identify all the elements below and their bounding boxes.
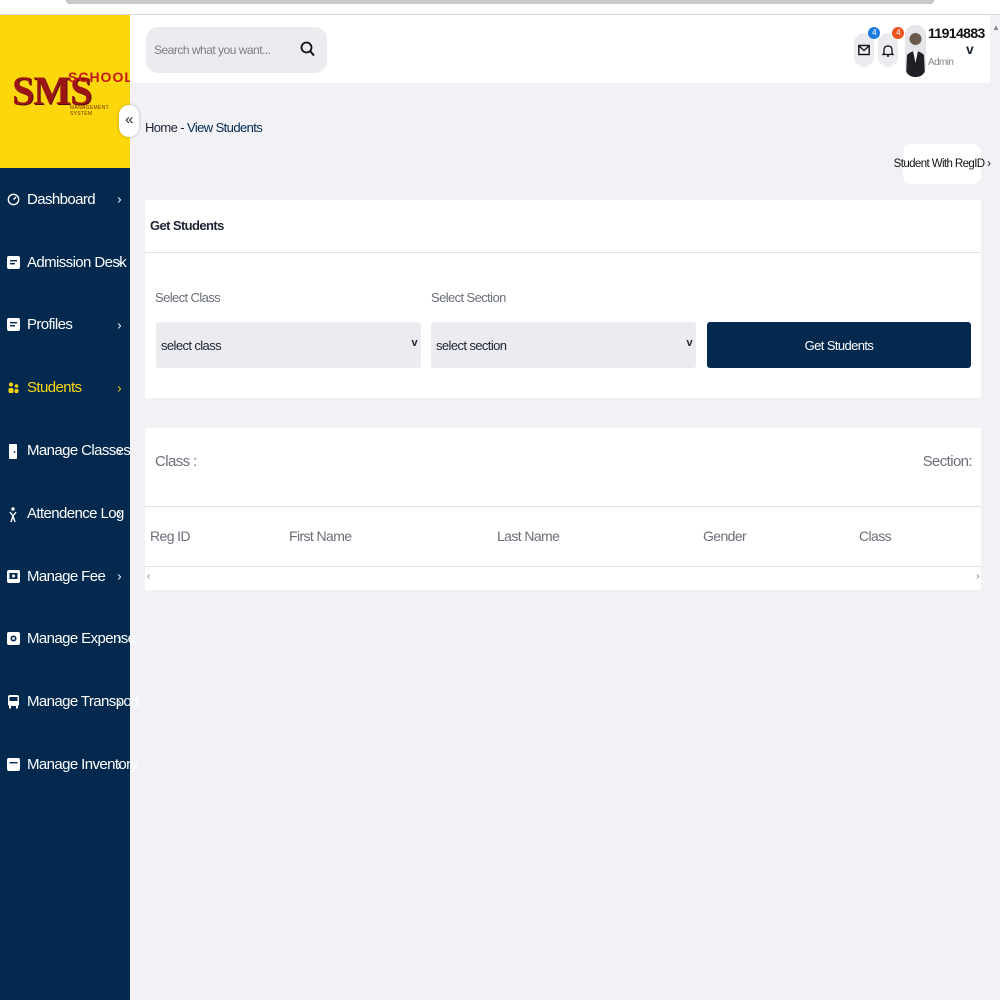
sidebar-item-manage-expense[interactable]: Manage Expense ›	[0, 608, 136, 671]
sidebar-item-manage-inventory[interactable]: Manage Inventory ›	[0, 733, 138, 796]
chevron-down-icon: v	[411, 337, 417, 349]
chevron-right-icon: ›	[117, 505, 121, 521]
sidebar-item-manage-classes[interactable]: Manage Classes ›	[0, 419, 131, 482]
logo-area: SMS SCHOOL MANAGEMENT SYSTEM	[0, 15, 133, 168]
card-title: Get Students	[150, 218, 224, 233]
column-header-class: Class	[859, 528, 892, 544]
divider	[145, 506, 981, 507]
user-name: 11914883	[928, 25, 985, 41]
select-section-label: Select Section	[431, 290, 506, 305]
search-input[interactable]	[154, 43, 294, 57]
scroll-right-arrow-icon[interactable]: ›	[976, 571, 979, 582]
notifications-button[interactable]: 4	[878, 27, 904, 67]
chevron-right-icon: ›	[117, 757, 121, 773]
dashboard-gauge-icon	[7, 193, 20, 206]
logo-tagline: MANAGEMENT SYSTEM	[70, 105, 109, 117]
sidebar-item-manage-transport[interactable]: Manage Transport ›	[0, 670, 140, 733]
chevron-right-icon: ›	[117, 694, 121, 710]
page-vertical-scrollbar[interactable]: ▲	[990, 15, 1000, 1000]
select-class-label: Select Class	[155, 290, 221, 305]
notification-count-badge: 4	[892, 27, 904, 39]
chevron-right-icon: ›	[117, 568, 121, 584]
mail-icon	[858, 44, 870, 56]
collapse-sidebar-button[interactable]: «	[119, 105, 139, 137]
get-students-card: Get Students Select Class select class v…	[145, 200, 981, 398]
user-role: Admin	[928, 57, 954, 68]
breadcrumb-current: View Students	[187, 120, 263, 135]
chevron-right-icon: ›	[117, 380, 121, 396]
sidebar-item-manage-fee[interactable]: Manage Fee ›	[0, 545, 130, 608]
sidebar-nav: Dashboard › Admission Desk › Profiles › …	[0, 168, 140, 796]
sidebar-item-label: Students	[27, 379, 82, 397]
scroll-left-arrow-icon[interactable]: ‹	[147, 571, 150, 582]
column-header-reg-id: Reg ID	[150, 528, 191, 544]
scroll-up-arrow-icon[interactable]: ▲	[992, 23, 1000, 32]
chevron-right-icon: ›	[117, 254, 121, 270]
sidebar: SMS SCHOOL MANAGEMENT SYSTEM Dashboard ›…	[0, 15, 140, 1000]
mail-count-badge: 4	[868, 27, 880, 39]
column-header-first-name: First Name	[289, 528, 352, 544]
sidebar-item-label: Admission Desk	[27, 253, 127, 271]
chevron-right-icon: ›	[117, 317, 121, 333]
search-bar	[146, 27, 327, 73]
attendance-person-icon	[7, 507, 20, 523]
class-select-value: select class	[161, 338, 222, 353]
admission-form-icon	[7, 255, 20, 269]
fee-card-icon	[7, 569, 20, 583]
section-info-label: Section:	[922, 453, 973, 470]
divider	[145, 566, 981, 567]
sidebar-item-profiles[interactable]: Profiles ›	[0, 294, 130, 357]
section-select[interactable]: select section v	[431, 322, 696, 368]
chevron-down-icon: v	[686, 337, 692, 349]
chevron-right-icon: ›	[117, 191, 121, 207]
class-select[interactable]: select class v	[156, 322, 421, 368]
breadcrumb-home[interactable]: Home	[145, 120, 178, 135]
column-header-gender: Gender	[703, 528, 747, 544]
sidebar-item-students[interactable]: Students ›	[0, 356, 130, 419]
sidebar-item-dashboard[interactable]: Dashboard ›	[0, 168, 130, 231]
user-menu-chevron-icon[interactable]: v	[966, 41, 974, 57]
bus-icon	[7, 695, 20, 709]
chevron-right-icon: ›	[117, 443, 121, 459]
user-avatar[interactable]	[905, 25, 926, 77]
sidebar-item-label: Attendence Log	[27, 504, 124, 522]
sms-logo[interactable]: SMS SCHOOL MANAGEMENT SYSTEM	[8, 67, 133, 123]
sidebar-item-label: Profiles	[27, 316, 73, 334]
browser-horizontal-scrollbar[interactable]	[66, 0, 934, 4]
breadcrumb-separator: -	[177, 120, 188, 135]
column-header-last-name: Last Name	[497, 528, 560, 544]
class-info-label: Class :	[155, 453, 197, 470]
profile-form-icon	[7, 318, 20, 332]
search-icon[interactable]	[299, 40, 317, 58]
student-with-regid-button[interactable]: Student With RegID ›	[894, 144, 991, 184]
sidebar-item-label: Dashboard	[27, 190, 96, 208]
mail-button[interactable]: 4	[854, 27, 880, 67]
sidebar-item-label: Manage Transport	[27, 693, 140, 711]
breadcrumb: Home - View Students	[145, 120, 263, 135]
sidebar-item-label: Manage Classes	[27, 442, 131, 460]
classroom-door-icon	[7, 444, 20, 460]
get-students-button[interactable]: Get Students	[707, 322, 971, 368]
inventory-box-icon	[7, 758, 20, 772]
students-results-card: Class : Section: Reg ID First Name Last …	[145, 428, 981, 590]
chevron-right-icon: ›	[117, 631, 121, 647]
browser-scroll-strip	[0, 0, 1000, 15]
sidebar-item-admission-desk[interactable]: Admission Desk ›	[0, 231, 130, 294]
divider	[145, 252, 981, 253]
section-select-value: select section	[436, 338, 507, 353]
logo-school: SCHOOL	[68, 69, 134, 85]
top-header: 4 4 11914883 Admin v	[130, 15, 990, 83]
students-group-icon	[7, 381, 20, 394]
expense-wallet-icon	[7, 632, 20, 646]
sidebar-item-label: Manage Fee	[27, 567, 106, 585]
bell-icon	[882, 45, 894, 57]
sidebar-item-attendence-log[interactable]: Attendence Log ›	[0, 482, 130, 545]
